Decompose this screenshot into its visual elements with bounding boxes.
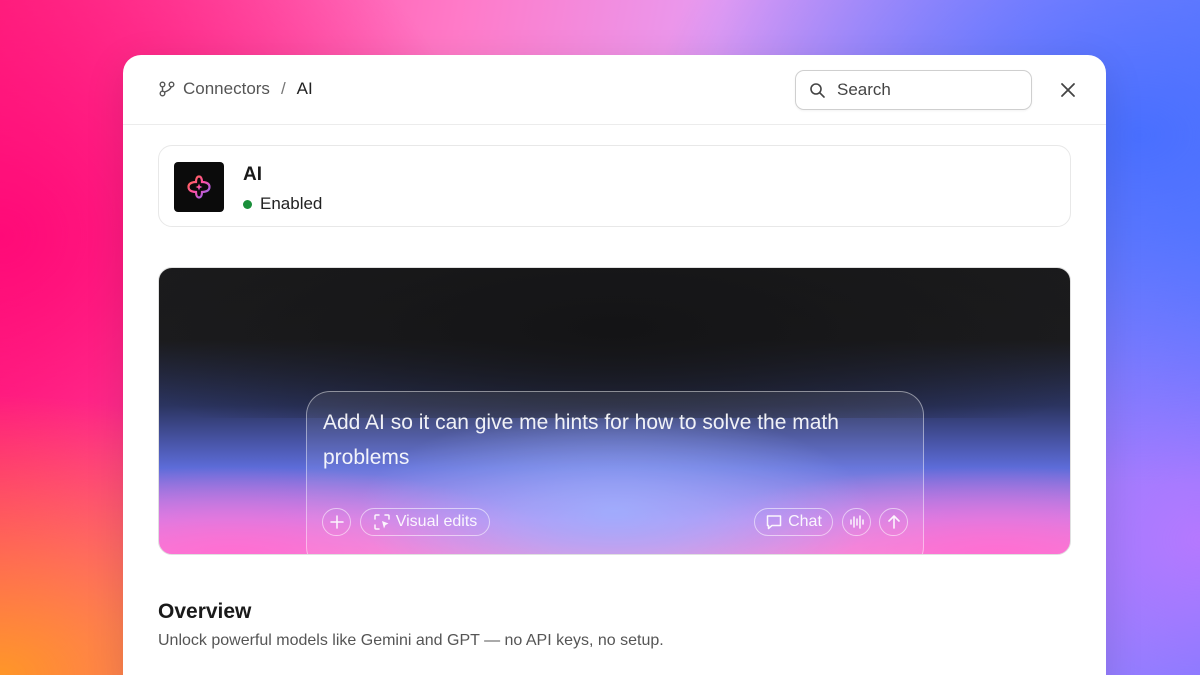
dialog-header: Connectors / AI (123, 55, 1106, 125)
close-button[interactable] (1057, 79, 1079, 101)
connector-title: AI (243, 164, 262, 185)
connectors-icon (158, 80, 176, 98)
status-dot (243, 199, 252, 209)
arrow-up-icon (885, 513, 903, 531)
status-label: Enabled (260, 194, 323, 213)
search-icon (809, 82, 826, 99)
add-button (322, 508, 351, 536)
chat-button: Chat (754, 508, 833, 536)
breadcrumb-connectors-link[interactable]: Connectors (183, 79, 270, 99)
ai-sparkle-icon (186, 174, 212, 200)
close-icon (1060, 82, 1076, 98)
breadcrumb-current: AI (296, 79, 313, 98)
connector-logo (174, 162, 224, 212)
breadcrumb-separator: / (280, 79, 286, 98)
chat-label: Chat (788, 513, 822, 530)
connector-card: AI Enabled (158, 145, 1071, 227)
visual-edits-label: Visual edits (395, 513, 478, 530)
plus-icon (328, 513, 346, 531)
visual-edits-button: Visual edits (360, 508, 490, 536)
preview-image: Add AI so it can give me hints for how t… (158, 267, 1071, 555)
prompt-text: Add AI so it can give me hints for how t… (323, 411, 839, 469)
voice-button (842, 508, 871, 536)
status-badge: Enabled (243, 194, 322, 214)
send-button (879, 508, 908, 536)
waveform-icon (848, 513, 866, 531)
overview-title: Overview (158, 600, 252, 623)
connector-dialog: Connectors / AI Search AI Enabled Add AI… (123, 55, 1106, 675)
visual-edits-icon (373, 513, 391, 531)
chat-bubble-icon (765, 513, 783, 531)
breadcrumb: Connectors / AI (158, 79, 313, 99)
overview-description: Unlock powerful models like Gemini and G… (158, 632, 664, 649)
search-box[interactable] (795, 70, 1032, 110)
prompt-box: Add AI so it can give me hints for how t… (306, 391, 924, 554)
search-input[interactable] (837, 80, 1007, 100)
